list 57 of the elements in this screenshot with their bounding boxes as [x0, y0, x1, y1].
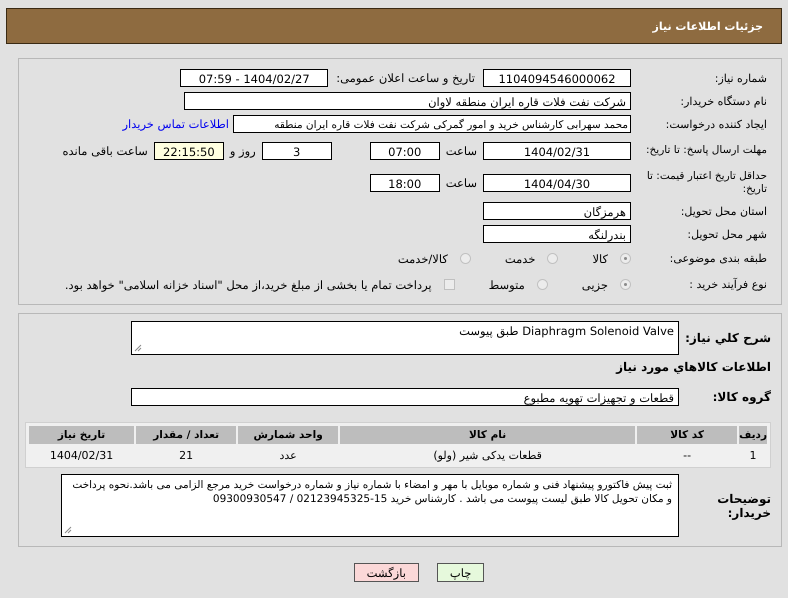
page-title: جزئیات اطلاعات نیاز	[652, 20, 763, 32]
column-header: رديف	[739, 426, 767, 444]
option-label: کالا/خدمت	[398, 252, 448, 266]
field-label: نام دستگاه خریدار:	[679, 94, 768, 108]
text-field[interactable]: محمد سهرابی کارشناس خرید و امور گمرکی شرکت نفت فلات قاره ایران منطقه	[233, 115, 631, 133]
column-header: نام كالا	[340, 426, 636, 444]
field-label: طبقه بندی موضوعی:	[668, 252, 768, 265]
text-field[interactable]: بندرلنگه	[483, 225, 631, 243]
resize-grip-icon[interactable]	[64, 526, 72, 534]
text-field[interactable]: قطعات و تجهیزات تهویه مطبوع	[131, 388, 679, 406]
column-header: كد كالا	[637, 426, 738, 444]
back-button[interactable]: بازگشت	[354, 563, 419, 582]
radio-button[interactable]	[460, 253, 471, 264]
field-label: ساعت	[446, 144, 477, 158]
text-field[interactable]: 07:00	[370, 142, 440, 160]
column-header: تعداد / مقدار	[136, 426, 236, 444]
option-label: جزیی	[582, 278, 608, 292]
option-label: خدمت	[504, 252, 536, 266]
field-label: استان محل تحویل:	[680, 204, 768, 218]
contact-link[interactable]: اطلاعات تماس خریدار	[122, 117, 229, 131]
radio-button[interactable]	[536, 279, 548, 290]
text-field[interactable]: 22:15:50	[154, 142, 224, 160]
checkbox[interactable]	[444, 279, 455, 290]
column-header: واحد شمارش	[238, 426, 338, 444]
radio-button[interactable]	[620, 279, 631, 290]
field-label: شهر محل تحویل:	[686, 228, 768, 240]
text-field[interactable]: 1104094546000062	[483, 69, 631, 87]
text-field[interactable]: 1404/02/31	[483, 142, 631, 160]
field-label: روز و	[230, 144, 256, 158]
text-area[interactable]: ثبت پیش فاکتورو پیشنهاد فنی و شماره موبایل با مهر و امضاء با شماره نیاز و شماره درخواست خرید مرجع الزامی می باشد.نحوه پرداخت و مکان تحویل کالا طبق لیست پیوست می باشد . کارشناس خرید 15-02123945325 / 09300930547	[61, 474, 679, 537]
field-label: حداقل تاریخ اعتبار قیمت: تا تاریخ:	[646, 170, 768, 196]
field-label: تاریخ و ساعت اعلان عمومی:	[336, 71, 475, 85]
text-field[interactable]: 1404/04/30	[483, 174, 631, 192]
field-label: نوع فرآیند خرید :	[688, 278, 768, 291]
radio-button[interactable]	[547, 253, 558, 264]
text-field[interactable]: شرکت نفت فلات قاره ایران منطقه لاوان	[184, 92, 631, 110]
field-label: شماره نیاز:	[714, 72, 768, 84]
field-label: گروه كالا:	[712, 390, 771, 404]
field-label: ساعت	[446, 176, 477, 190]
text-field[interactable]: 18:00	[370, 174, 440, 192]
field-label: ساعت باقی مانده	[62, 144, 148, 158]
option-label: کالا	[592, 252, 608, 266]
field-label: توضیحات خریدار:	[716, 492, 771, 520]
resize-grip-icon[interactable]	[134, 344, 142, 352]
section-heading: اطلاعات كالاهاي مورد نياز	[614, 360, 771, 374]
text-field[interactable]: هرمزگان	[483, 202, 631, 220]
text-area[interactable]: Diaphragm Solenoid Valve طبق پیوست	[131, 321, 679, 355]
field-label: ایجاد کننده درخواست:	[664, 118, 768, 130]
print-button[interactable]: چاپ	[436, 563, 484, 582]
checkbox-label: پرداخت تمام یا بخشی از مبلغ خرید،از محل "اسناد خزانه اسلامی" خواهد بود.	[64, 278, 432, 292]
field-label: شرح کلي نياز:	[684, 331, 771, 345]
text-field[interactable]: 3	[262, 142, 332, 160]
text-field[interactable]: 1404/02/27 - 07:59	[180, 69, 328, 87]
field-label: مهلت ارسال پاسخ: تا تاریخ:	[644, 144, 768, 157]
radio-button[interactable]	[620, 253, 631, 264]
option-label: متوسط	[488, 278, 525, 292]
column-header: تاريخ نياز	[29, 426, 134, 444]
